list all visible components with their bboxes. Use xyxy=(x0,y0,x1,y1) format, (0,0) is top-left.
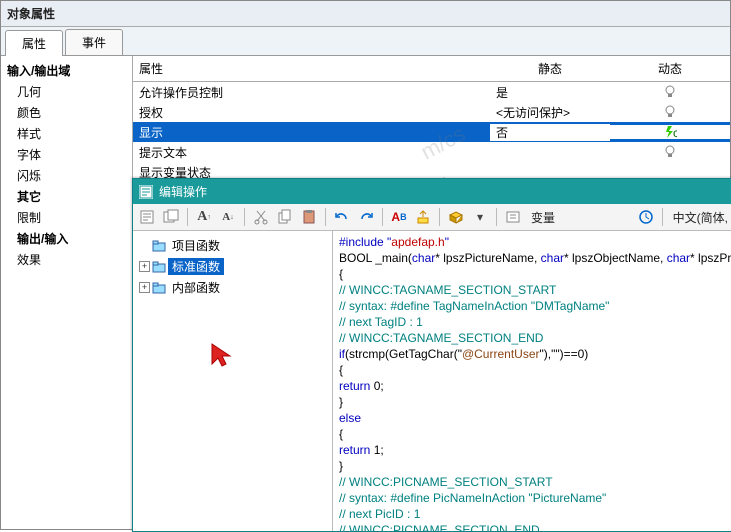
prop-name: 允许操作员控制 xyxy=(133,84,490,101)
paste-button[interactable] xyxy=(299,207,319,227)
fn-tree-project[interactable]: 项目函数 xyxy=(135,235,330,256)
svg-text:c: c xyxy=(673,126,677,139)
syntax-color-button[interactable]: AB xyxy=(389,207,409,227)
undo-button[interactable] xyxy=(332,207,352,227)
tab-events[interactable]: 事件 xyxy=(65,29,123,55)
toolbar-separator xyxy=(187,208,188,226)
tree-item[interactable]: 几何 xyxy=(3,81,130,102)
property-row-selected[interactable]: 显示 否 c xyxy=(133,122,730,142)
tree-item[interactable]: 样式 xyxy=(3,123,130,144)
tab-properties[interactable]: 属性 xyxy=(5,30,63,56)
header-static[interactable]: 静态 xyxy=(490,56,610,81)
expand-icon[interactable]: + xyxy=(139,261,150,272)
folder-icon xyxy=(152,240,166,252)
fn-tree-standard[interactable]: + 标准函数 xyxy=(135,256,330,277)
header-name[interactable]: 属性 xyxy=(133,56,490,81)
compile-button[interactable] xyxy=(137,207,157,227)
toolbar-separator xyxy=(439,208,440,226)
editor-title-bar[interactable]: 编辑操作 xyxy=(133,179,731,204)
prop-static[interactable]: <无访问保护> xyxy=(490,104,610,121)
tree-item-selected[interactable]: 其它 xyxy=(3,186,130,207)
header-dynamic[interactable]: 动态 xyxy=(610,56,730,81)
property-row[interactable]: 提示文本 xyxy=(133,142,730,162)
clock-icon[interactable] xyxy=(636,207,656,227)
property-row[interactable]: 允许操作员控制 是 xyxy=(133,82,730,102)
editor-split: 项目函数 + 标准函数 + 内部函数 #include "apdefap.h" … xyxy=(133,231,731,531)
window-title: 对象属性 xyxy=(1,1,730,27)
prop-name: 显示 xyxy=(133,124,490,141)
property-row[interactable]: 授权 <无访问保护> xyxy=(133,102,730,122)
property-grid-header: 属性 静态 动态 xyxy=(133,56,730,82)
insert-tag-button[interactable] xyxy=(413,207,433,227)
editor-toolbar: A↑ A↓ AB ▾ 变量 中文(简体, xyxy=(133,204,731,231)
build-button[interactable] xyxy=(161,207,181,227)
fn-tree-label-selected: 标准函数 xyxy=(168,258,224,275)
tree-item[interactable]: 效果 xyxy=(3,249,130,270)
prop-dynamic[interactable] xyxy=(610,145,730,160)
prop-dynamic[interactable] xyxy=(610,105,730,120)
tree-item[interactable]: 字体 xyxy=(3,144,130,165)
toolbar-separator xyxy=(382,208,383,226)
tree-item[interactable]: 颜色 xyxy=(3,102,130,123)
expand-icon[interactable]: + xyxy=(139,282,150,293)
editor-app-icon xyxy=(139,185,153,199)
object-box-dropdown[interactable]: ▾ xyxy=(470,207,490,227)
bulb-icon xyxy=(664,105,676,119)
font-smaller-button[interactable]: A↓ xyxy=(218,207,238,227)
folder-icon xyxy=(152,261,166,273)
prop-name: 授权 xyxy=(133,104,490,121)
toolbar-separator xyxy=(496,208,497,226)
cut-button[interactable] xyxy=(251,207,271,227)
prop-static[interactable]: 是 xyxy=(490,84,610,101)
folder-icon xyxy=(152,282,166,294)
prop-dynamic[interactable]: c xyxy=(610,125,730,140)
copy-button[interactable] xyxy=(275,207,295,227)
fn-tree-label: 项目函数 xyxy=(168,237,224,254)
language-label[interactable]: 中文(简体, xyxy=(673,209,728,226)
bulb-icon xyxy=(664,145,676,159)
bulb-icon xyxy=(664,85,676,99)
editor-title-text: 编辑操作 xyxy=(159,183,207,200)
toolbar-separator xyxy=(244,208,245,226)
redo-button[interactable] xyxy=(356,207,376,227)
tab-row: 属性 事件 xyxy=(1,27,730,56)
variable-label: 变量 xyxy=(531,209,555,226)
prop-dynamic[interactable] xyxy=(610,85,730,100)
font-larger-button[interactable]: A↑ xyxy=(194,207,214,227)
tree-item[interactable]: 限制 xyxy=(3,207,130,228)
function-tree[interactable]: 项目函数 + 标准函数 + 内部函数 xyxy=(133,231,333,531)
fn-tree-label: 内部函数 xyxy=(168,279,224,296)
variable-button[interactable] xyxy=(503,207,523,227)
toolbar-separator xyxy=(662,208,663,226)
prop-static[interactable]: 否 xyxy=(490,124,610,141)
tree-item[interactable]: 闪烁 xyxy=(3,165,130,186)
code-editor[interactable]: #include "apdefap.h" BOOL _main(char* lp… xyxy=(333,231,731,531)
tree-item[interactable]: 输出/输入 xyxy=(3,228,130,249)
editor-window: 编辑操作 A↑ A↓ AB ▾ 变量 中文(简体, 项目函 xyxy=(132,178,731,532)
category-tree[interactable]: 输入/输出域 几何 颜色 样式 字体 闪烁 其它 限制 输出/输入 效果 xyxy=(1,56,133,529)
bolt-icon: c xyxy=(663,125,677,139)
prop-name: 提示文本 xyxy=(133,144,490,161)
tree-root[interactable]: 输入/输出域 xyxy=(3,60,130,81)
object-box-button[interactable] xyxy=(446,207,466,227)
toolbar-separator xyxy=(325,208,326,226)
fn-tree-internal[interactable]: + 内部函数 xyxy=(135,277,330,298)
